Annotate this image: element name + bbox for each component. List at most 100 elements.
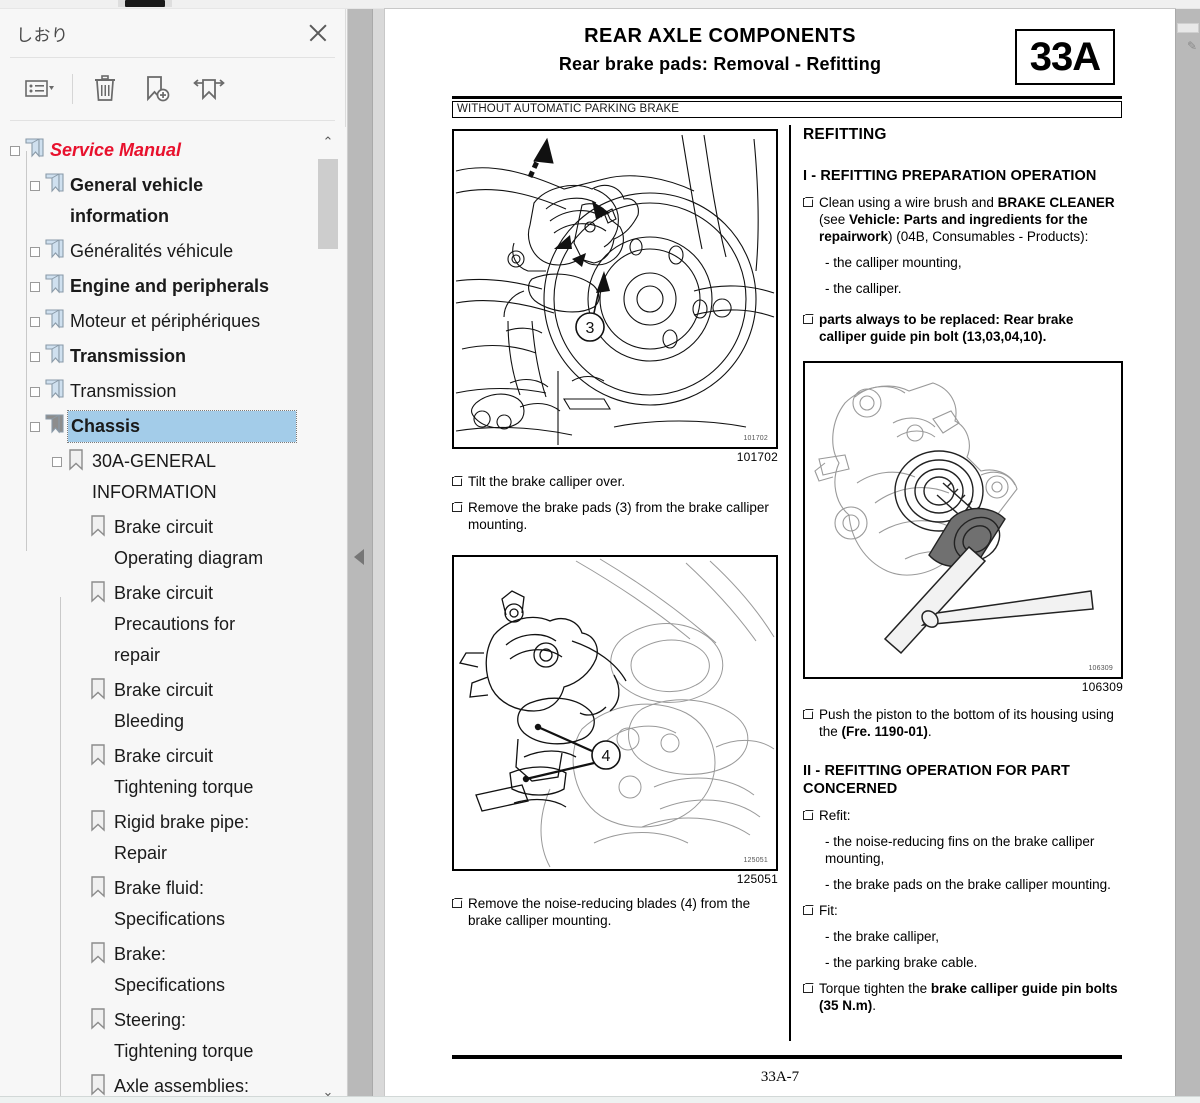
sidebar-scrollbar[interactable]: ⌃ ⌄ <box>317 131 339 1103</box>
bookmark-icon <box>86 514 112 538</box>
trash-icon[interactable] <box>79 66 131 112</box>
bookmark-node[interactable]: Transmission <box>0 374 324 409</box>
scrollbar-thumb[interactable] <box>318 159 338 249</box>
figure2-inner-id: 125051 <box>743 857 768 864</box>
figure1-caption-id: 101702 <box>736 450 778 464</box>
sidebar-splitter[interactable] <box>347 9 373 1103</box>
refitting-sub1: I - REFITTING PREPARATION OPERATION <box>803 168 1097 184</box>
bookmark-node[interactable]: Transmission <box>0 339 324 374</box>
bookmarks-tree-scroll[interactable]: Service Manual General vehicle informatio… <box>0 127 346 1103</box>
bookmark-node[interactable]: 30A-GENERAL INFORMATION <box>0 444 324 510</box>
bookmark-node[interactable]: Brake fluid: Specifications <box>0 871 324 937</box>
bookmark-node[interactable]: Rigid brake pipe: Repair <box>0 805 324 871</box>
noise-reducing-blades-figure: 4 125051 <box>452 555 778 871</box>
expander-icon[interactable] <box>8 140 22 162</box>
expander-icon[interactable] <box>28 241 42 263</box>
bookmark-node[interactable]: Brake circuit Operating diagram <box>0 510 324 576</box>
bookmark-folder-icon <box>22 137 48 161</box>
bookmark-label[interactable]: Brake circuit Tightening torque <box>112 741 253 803</box>
refitting-heading: REFITTING <box>803 126 887 143</box>
bookmark-label[interactable]: Service Manual <box>48 135 181 166</box>
svg-text:3: 3 <box>586 320 595 337</box>
bookmark-label[interactable]: Transmission <box>68 376 176 407</box>
expander-icon[interactable] <box>28 175 42 197</box>
left-bullet-2-text: Remove the brake pads (3) from the brake… <box>468 500 769 532</box>
bookmark-label[interactable]: Brake: Specifications <box>112 939 225 1001</box>
expander-icon[interactable] <box>28 276 42 298</box>
bookmark-node[interactable]: Chassis <box>0 409 324 444</box>
bookmark-label[interactable]: General vehicle information <box>68 170 203 232</box>
expander-spacer <box>72 680 86 702</box>
bookmarks-tree: Service Manual General vehicle informatio… <box>0 127 324 1103</box>
active-tab-indicator[interactable] <box>125 0 165 7</box>
close-icon[interactable] <box>305 20 331 46</box>
page-number: 33A-7 <box>760 1069 800 1085</box>
bookmark-label[interactable]: Brake circuit Precautions for repair <box>112 578 235 671</box>
right-bullet-5-text: Fit: <box>819 903 838 918</box>
toolbar-divider <box>10 120 335 121</box>
status-strip <box>0 1096 1200 1103</box>
bookmark-icon <box>86 580 112 604</box>
bookmark-node[interactable]: Brake circuit Tightening torque <box>0 739 324 805</box>
expander-icon[interactable] <box>28 346 42 368</box>
sidebar-header: しおり <box>0 9 345 57</box>
zoom-slider-thumb[interactable] <box>1177 23 1199 33</box>
bookmark-node[interactable]: Engine and peripherals <box>0 269 324 304</box>
gutter-mark-icon: ✎ <box>1186 39 1197 53</box>
expander-spacer <box>72 812 86 834</box>
bookmark-plus-icon[interactable] <box>131 66 183 112</box>
expander-icon[interactable] <box>28 381 42 403</box>
bookmark-label[interactable]: Généralités véhicule <box>68 236 233 267</box>
bookmark-node[interactable]: Généralités véhicule <box>0 234 324 269</box>
list-options-icon[interactable] <box>14 66 66 112</box>
bookmark-label[interactable]: Brake fluid: Specifications <box>112 873 225 935</box>
bookmark-node[interactable]: Brake circuit Bleeding <box>0 673 324 739</box>
bullet-square-icon <box>803 710 813 719</box>
expander-icon[interactable] <box>28 311 42 333</box>
figure3-caption-id: 106309 <box>1081 680 1123 694</box>
expander-icon[interactable] <box>28 416 42 438</box>
left-bullet-2: Remove the brake pads (3) from the brake… <box>452 499 778 533</box>
right-bullet-6: Torque tighten the brake calliper guide … <box>803 980 1123 1014</box>
bookmark-label[interactable]: Engine and peripherals <box>68 271 269 302</box>
bookmark-label[interactable]: Brake circuit Operating diagram <box>112 512 263 574</box>
page-canvas[interactable]: REAR AXLE COMPONENTS Rear brake pads: Re… <box>373 9 1200 1103</box>
bookmark-node[interactable]: Brake circuit Precautions for repair <box>0 576 324 673</box>
right-bullet-1-text: Clean using a wire brush and BRAKE CLEAN… <box>819 195 1115 244</box>
expander-icon[interactable] <box>50 451 64 473</box>
bookmark-icon <box>86 875 112 899</box>
scroll-up-arrow[interactable]: ⌃ <box>317 131 339 153</box>
bookmark-node[interactable]: Service Manual <box>0 133 324 168</box>
bookmark-node[interactable]: Steering: Tightening torque <box>0 1003 324 1069</box>
bookmark-node[interactable]: Brake: Specifications <box>0 937 324 1003</box>
toolbar-separator <box>72 74 73 104</box>
collapse-left-icon[interactable] <box>354 549 364 565</box>
expander-spacer <box>72 944 86 966</box>
figure1-inner-id: 101702 <box>743 435 768 442</box>
bookmark-label[interactable]: 30A-GENERAL INFORMATION <box>90 446 217 508</box>
sidebar-title: しおり <box>16 25 69 45</box>
document-header: REAR AXLE COMPONENTS Rear brake pads: Re… <box>385 23 1175 85</box>
bookmark-icon <box>86 1073 112 1097</box>
bookmark-folder-icon <box>42 238 68 262</box>
bookmark-label[interactable]: Transmission <box>68 341 186 372</box>
bookmark-expand-icon[interactable] <box>183 66 235 112</box>
bookmark-label[interactable]: Chassis <box>67 410 297 443</box>
bookmark-node[interactable]: General vehicle information <box>0 168 324 234</box>
bookmark-icon <box>86 743 112 767</box>
bookmark-label[interactable]: Moteur et périphériques <box>68 306 260 337</box>
banner-text: WITHOUT AUTOMATIC PARKING BRAKE <box>457 103 680 115</box>
bookmark-label[interactable]: Rigid brake pipe: Repair <box>112 807 249 869</box>
bookmark-node[interactable]: Moteur et périphériques <box>0 304 324 339</box>
bookmark-folder-icon <box>42 413 68 437</box>
piston-push-tool-figure: 106309 <box>803 361 1123 679</box>
left-bullet-3-text: Remove the noise-reducing blades (4) fro… <box>468 896 751 928</box>
canvas-right-gutter[interactable]: ✎ <box>1175 9 1200 1103</box>
bookmark-label[interactable]: Brake circuit Bleeding <box>112 675 213 737</box>
bookmark-label[interactable]: Steering: Tightening torque <box>112 1005 253 1067</box>
footer-rule <box>452 1055 1122 1059</box>
right-bullet-6-text: Torque tighten the brake calliper guide … <box>819 981 1118 1013</box>
refitting-sub2: II - REFITTING OPERATION FOR PART CONCER… <box>803 763 1070 797</box>
right-dash-6: - the parking brake cable. <box>825 955 978 970</box>
tab-ghost-right <box>165 0 172 7</box>
